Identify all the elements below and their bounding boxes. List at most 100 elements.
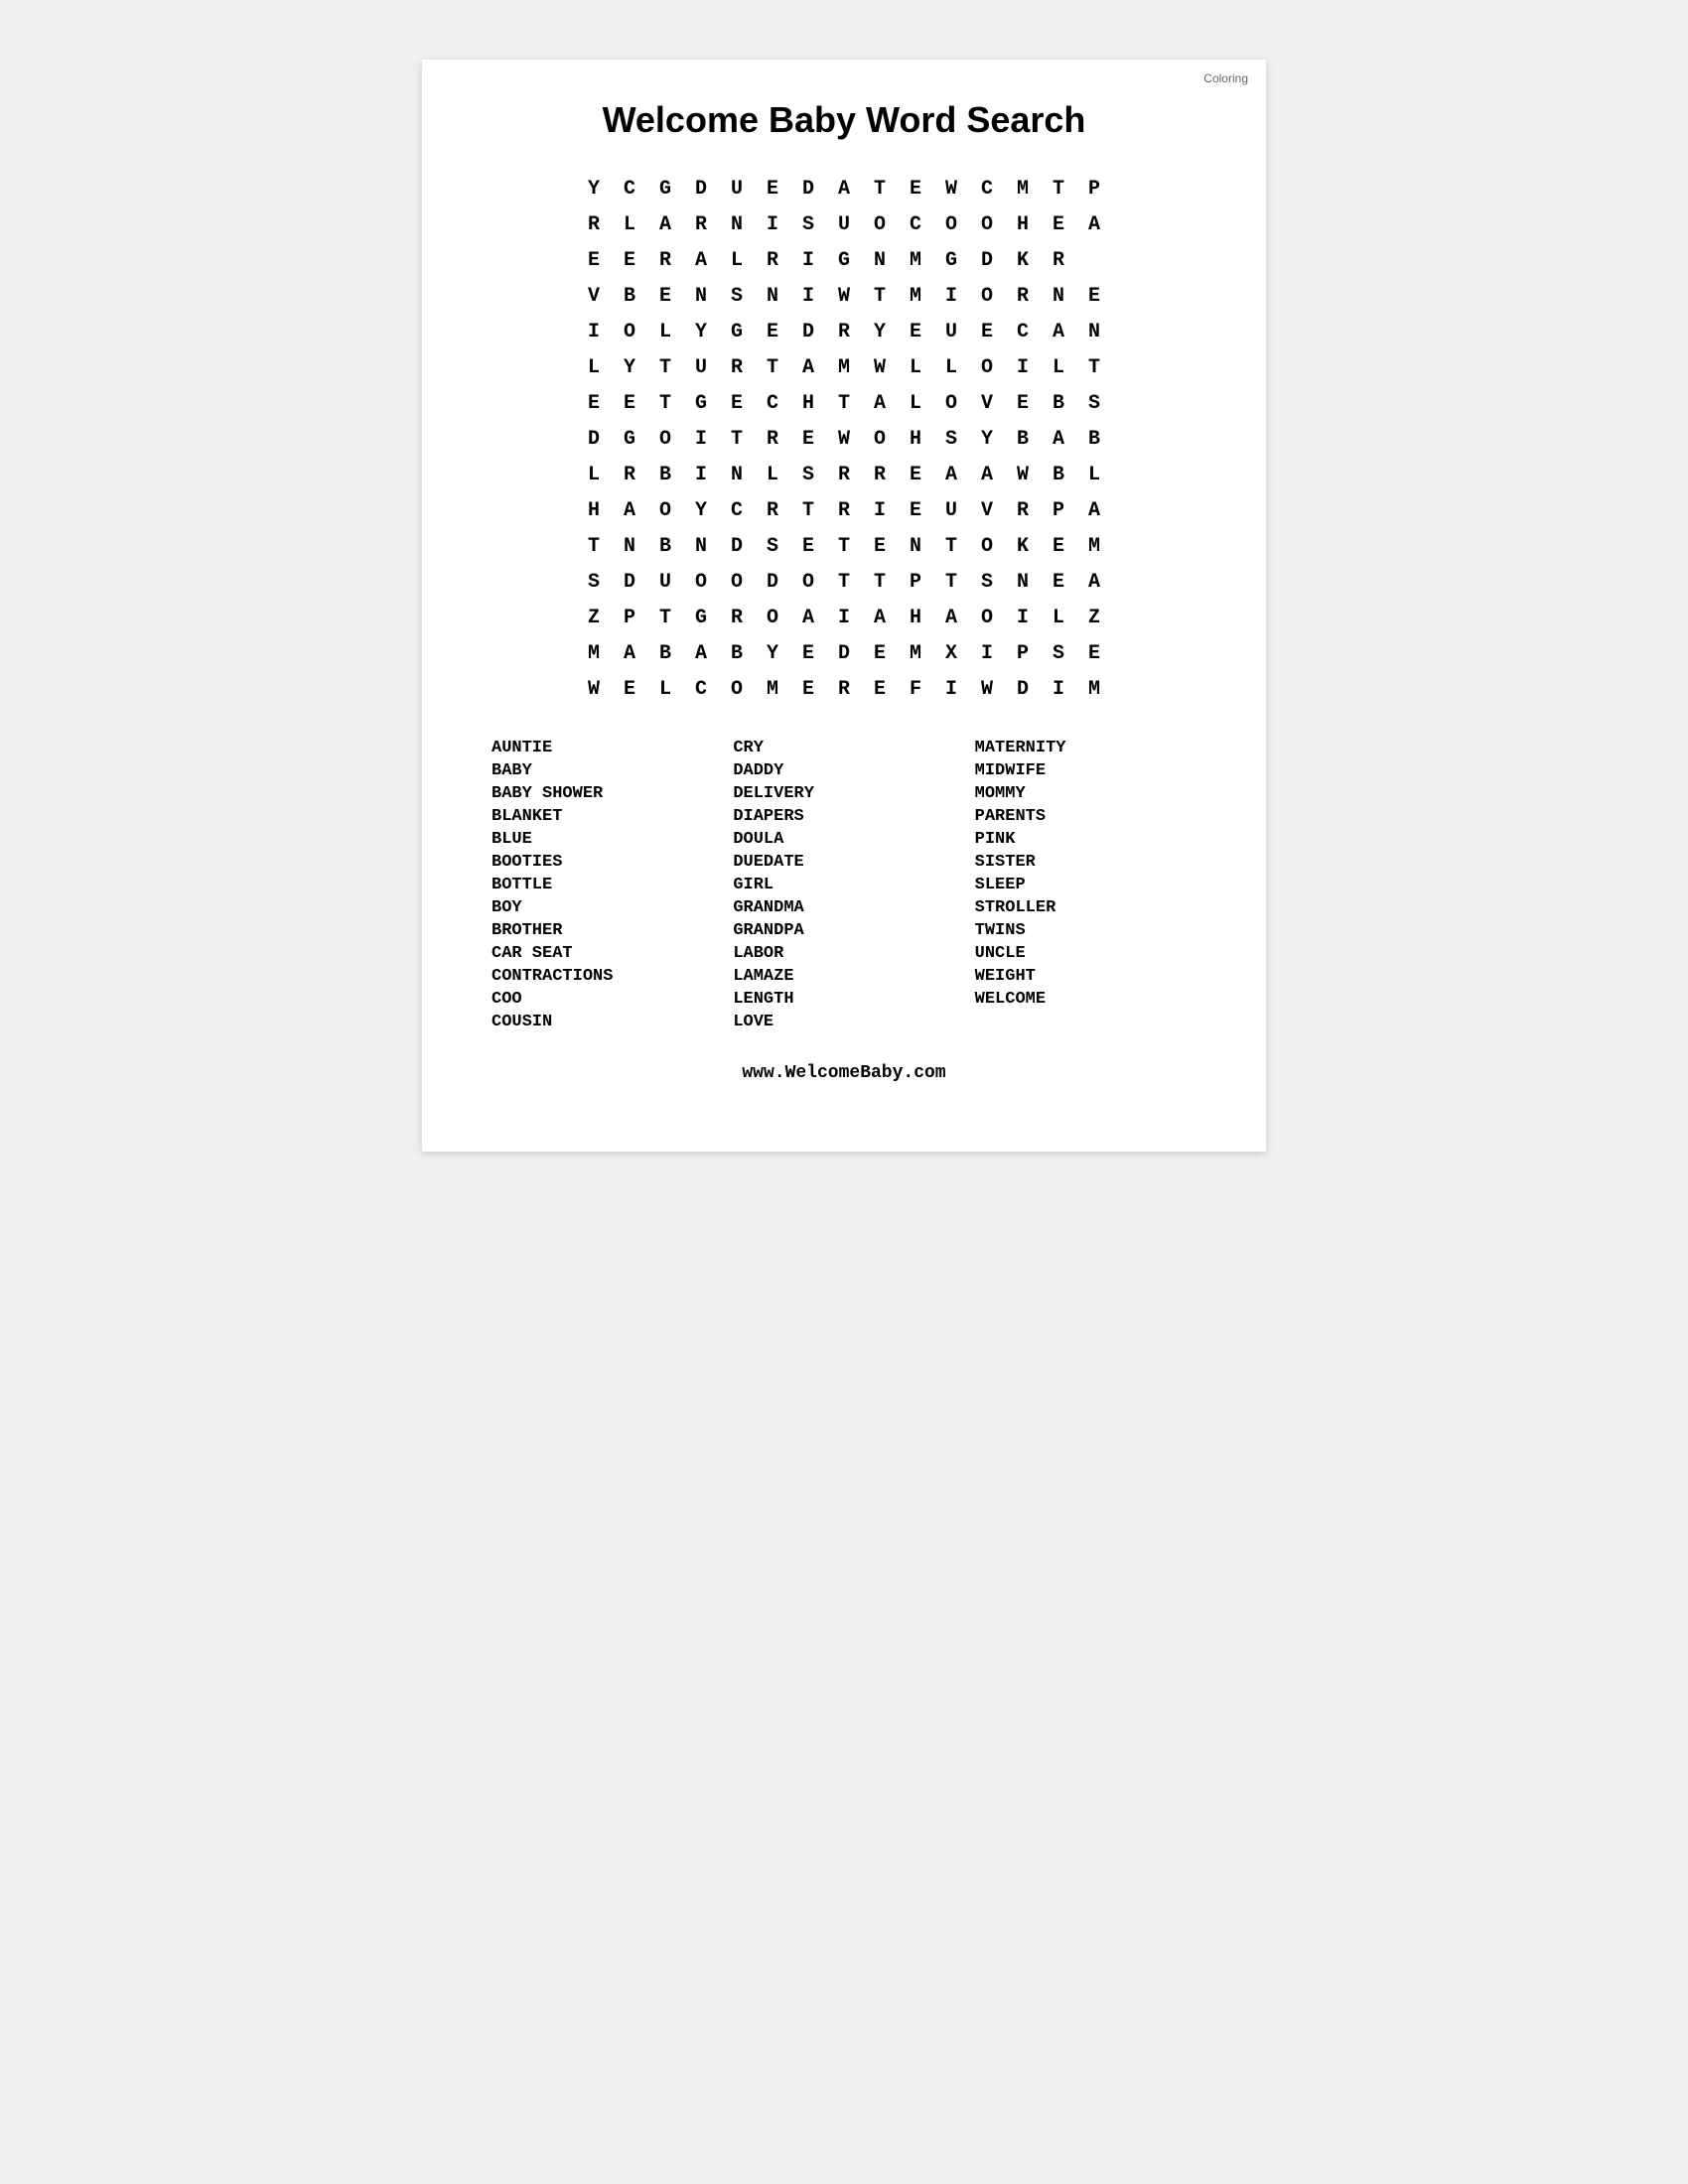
grid-cell: S [1076,385,1112,421]
grid-cell: E [1041,564,1076,600]
grid-cell: M [898,278,933,314]
grid-cell: A [862,600,898,635]
grid-cell: M [898,635,933,671]
grid-cell: E [612,385,647,421]
grid-cell: I [1005,600,1041,635]
grid-cell: L [647,314,683,349]
grid-cell: A [1041,421,1076,457]
grid-cell: Y [612,349,647,385]
grid-cell: G [826,242,862,278]
grid-cell: S [1041,635,1076,671]
words-section: AUNTIEBABYBABY SHOWERBLANKETBLUEBOOTIESB… [482,737,1206,1033]
grid-cell: B [1041,385,1076,421]
grid-cell: N [755,278,790,314]
grid-cell: O [790,564,826,600]
grid-cell: D [612,564,647,600]
grid-cell: V [576,278,612,314]
grid-cell: T [862,171,898,206]
grid-cell: C [898,206,933,242]
grid-cell: G [683,385,719,421]
grid-cell: O [719,671,755,707]
grid-cell: C [755,385,790,421]
grid-cell: W [826,421,862,457]
grid-cell: P [1005,635,1041,671]
grid-cell: P [1041,492,1076,528]
grid-cell: G [683,600,719,635]
grid-cell: C [719,492,755,528]
grid-cell: D [790,171,826,206]
word-item: COUSIN [492,1011,713,1033]
grid-cell: A [790,349,826,385]
grid-cell: L [898,385,933,421]
grid-cell: R [826,314,862,349]
grid-cell: W [1005,457,1041,492]
grid-cell: R [647,242,683,278]
grid-cell: S [719,278,755,314]
grid-cell: N [719,206,755,242]
word-item: STROLLER [975,896,1196,919]
grid-cell: T [647,385,683,421]
grid-cell: O [719,564,755,600]
grid-cell: B [1005,421,1041,457]
grid-cell: E [1041,206,1076,242]
grid-cell: M [576,635,612,671]
grid-cell: R [862,457,898,492]
grid-cell: L [1076,457,1112,492]
grid-cell: O [755,600,790,635]
grid-cell: E [898,171,933,206]
grid-cell: L [612,206,647,242]
grid-cell: W [862,349,898,385]
grid-cell: M [1076,671,1112,707]
word-column-1: AUNTIEBABYBABY SHOWERBLANKETBLUEBOOTIESB… [492,737,713,1033]
grid-cell: Y [755,635,790,671]
grid-cell: A [1041,314,1076,349]
grid-cell: S [790,457,826,492]
grid-cell: V [969,385,1005,421]
grid-cell: R [612,457,647,492]
grid-cell: K [1005,242,1041,278]
grid-cell: D [1005,671,1041,707]
grid-cell: D [683,171,719,206]
grid-cell: I [826,600,862,635]
grid-cell: T [862,564,898,600]
grid-cell: T [933,564,969,600]
grid-cell: T [826,528,862,564]
grid-cell: I [790,278,826,314]
grid-cell: Y [683,314,719,349]
grid-cell: L [647,671,683,707]
grid-cell: E [1076,635,1112,671]
grid-cell: E [576,242,612,278]
grid-cell: C [1005,314,1041,349]
grid-cell: U [933,314,969,349]
grid-cell: Y [576,171,612,206]
grid-cell: E [898,457,933,492]
grid-cell: D [969,242,1005,278]
grid-cell: I [576,314,612,349]
grid-cell: P [1076,171,1112,206]
grid-cell: E [1076,278,1112,314]
word-item: DUEDATE [733,851,954,874]
grid-cell: G [612,421,647,457]
grid-cell: R [826,671,862,707]
grid-cell: Y [862,314,898,349]
word-item: DADDY [733,759,954,782]
grid-cell: C [683,671,719,707]
grid-cell: I [683,457,719,492]
grid-cell: I [862,492,898,528]
grid-cell: T [1041,171,1076,206]
grid-cell: O [862,206,898,242]
grid-cell: A [1076,492,1112,528]
grid-cell: U [826,206,862,242]
grid-cell: O [862,421,898,457]
grid-cell: T [719,421,755,457]
grid-cell: I [755,206,790,242]
grid-cell: I [1041,671,1076,707]
grid-cell: O [933,206,969,242]
word-item: WELCOME [975,988,1196,1011]
grid-cell: A [969,457,1005,492]
grid-cell: R [755,492,790,528]
grid-cell: O [969,528,1005,564]
grid-cell: R [683,206,719,242]
grid-cell: W [826,278,862,314]
grid-cell: A [1076,206,1112,242]
